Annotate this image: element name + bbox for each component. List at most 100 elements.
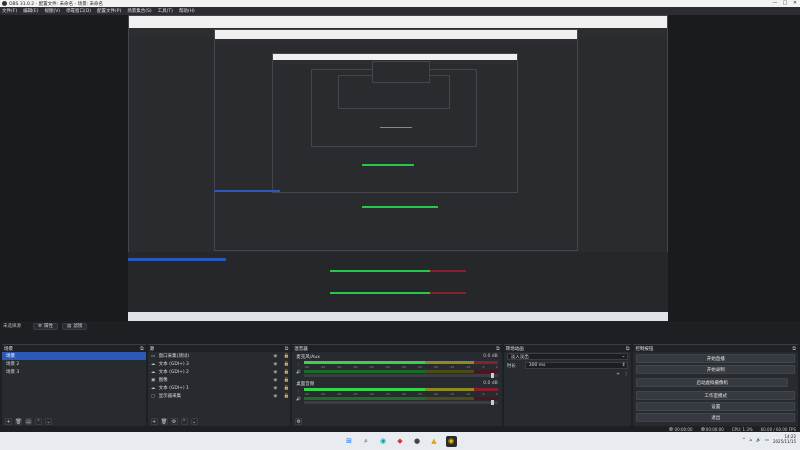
close-button[interactable]: ✕ bbox=[790, 0, 800, 7]
transition-actions-row: + ⋮ bbox=[504, 370, 632, 379]
maximize-button[interactable]: □ bbox=[780, 0, 790, 7]
move-up-button[interactable]: ⌃ bbox=[35, 418, 42, 425]
stream-status: 00:00:00 bbox=[669, 426, 693, 432]
preview-canvas[interactable] bbox=[0, 15, 800, 321]
scene-item[interactable]: 场景 3 bbox=[2, 368, 146, 376]
source-properties-button[interactable]: ⚙ bbox=[170, 418, 178, 425]
source-item[interactable]: ☁ 文本 (GDI+) 2 ◉ 🔒 bbox=[148, 368, 291, 376]
visibility-eye-icon[interactable]: ◉ bbox=[271, 362, 279, 367]
battery-icon[interactable]: ▭ bbox=[765, 437, 769, 442]
source-item[interactable]: ☁ 文本 (GDI+) 1 ◉ 🔒 bbox=[148, 384, 291, 392]
add-scene-button[interactable]: + bbox=[5, 418, 12, 425]
scene-filters-button[interactable]: ▤ bbox=[25, 418, 32, 425]
transition-type-select[interactable]: 淡入淡出 ⌄ bbox=[506, 353, 629, 360]
dock-area: 场景 ⧉ 场景 场景 2 场景 3 + 🗑 ▤ ⌃ ⌄ 源 ⧉ ▭ 窗口采集(测… bbox=[0, 344, 800, 426]
mixer-channel-desktop: 桌面音频 0.0 dB ⋮ 🔊 -60 -55 -50 -45 -40 -35 -30 -25… bbox=[292, 379, 501, 406]
volume-slider[interactable] bbox=[304, 400, 498, 405]
more-options-icon[interactable]: ⋮ bbox=[624, 372, 629, 377]
lock-icon[interactable]: 🔒 bbox=[282, 370, 290, 375]
speaker-icon[interactable]: 🔊 bbox=[296, 396, 301, 401]
source-item[interactable]: ▢ 显示器采集 ◉ 🔒 bbox=[148, 392, 291, 400]
visibility-eye-icon[interactable]: ◉ bbox=[271, 378, 279, 383]
meter-ticks: -60 -55 -50 -45 -40 -35 -30 -25 -20 -15 -10 -5 0 bbox=[304, 365, 498, 369]
properties-button[interactable]: ⚙ 属性 bbox=[33, 322, 59, 330]
app-icon[interactable]: ◆ bbox=[395, 436, 406, 447]
scene-item[interactable]: 场景 bbox=[2, 352, 146, 360]
lock-icon[interactable]: 🔒 bbox=[282, 386, 290, 391]
source-item[interactable]: ▣ 图像 ◉ 🔒 bbox=[148, 376, 291, 384]
volume-icon[interactable]: 🔊 bbox=[756, 437, 761, 442]
lock-icon[interactable]: 🔒 bbox=[282, 362, 290, 367]
lock-icon[interactable]: 🔒 bbox=[282, 378, 290, 383]
minimize-button[interactable]: — bbox=[770, 0, 780, 7]
slider-handle[interactable] bbox=[490, 373, 494, 378]
menu-docks[interactable]: 停靠窗口(D) bbox=[66, 8, 91, 14]
search-icon[interactable]: ⌕ bbox=[361, 436, 372, 447]
browser-icon[interactable]: ◉ bbox=[378, 436, 389, 447]
slider-handle[interactable] bbox=[490, 400, 494, 405]
start-streaming-button[interactable]: 开始直播 bbox=[636, 354, 795, 363]
dock-undock-icon[interactable]: ⧉ bbox=[285, 346, 289, 352]
dock-undock-icon[interactable]: ⧉ bbox=[792, 346, 796, 352]
app-icon[interactable]: ▲ bbox=[429, 436, 440, 447]
network-icon[interactable]: ⌂ bbox=[750, 437, 753, 442]
move-down-button[interactable]: ⌄ bbox=[190, 418, 198, 425]
add-transition-button[interactable]: + bbox=[616, 372, 620, 377]
visibility-eye-icon[interactable]: ◉ bbox=[271, 394, 279, 399]
remove-scene-button[interactable]: 🗑 bbox=[15, 418, 22, 425]
dock-undock-icon[interactable]: ⧉ bbox=[626, 346, 630, 352]
sources-title: 源 bbox=[149, 346, 155, 352]
menu-file[interactable]: 文件(F) bbox=[2, 8, 17, 14]
lock-icon[interactable]: 🔒 bbox=[282, 394, 290, 399]
start-virtual-camera-button[interactable]: 启动虚拟摄像机 bbox=[636, 378, 788, 387]
clock[interactable]: 14:22 2025/11/15 bbox=[773, 434, 796, 444]
stepper-icon: ⇕ bbox=[621, 363, 626, 368]
start-recording-button[interactable]: 开始录制 bbox=[636, 365, 795, 374]
dock-undock-icon[interactable]: ⧉ bbox=[140, 346, 144, 352]
remove-source-button[interactable]: 🗑 bbox=[160, 418, 168, 425]
chevron-up-icon[interactable]: ^ bbox=[742, 437, 745, 442]
obs-taskbar-icon[interactable]: ◉ bbox=[445, 435, 457, 447]
source-toolbar: 未选择源 ⚙ 属性 ▤ 滤镜 bbox=[0, 321, 800, 331]
filters-button[interactable]: ▤ 滤镜 bbox=[62, 322, 88, 330]
menu-help[interactable]: 帮助(H) bbox=[179, 8, 195, 14]
source-item[interactable]: ▭ 窗口采集(测试) ◉ 🔒 bbox=[148, 352, 291, 360]
visibility-eye-icon[interactable]: ◉ bbox=[271, 386, 279, 391]
dock-undock-icon[interactable]: ⧉ bbox=[496, 346, 500, 352]
windows-start-icon[interactable]: ⊞ bbox=[344, 436, 355, 447]
source-item[interactable]: ☁ 文本 (GDI+) 3 ◉ 🔒 bbox=[148, 360, 291, 368]
visibility-eye-icon[interactable]: ◉ bbox=[271, 354, 279, 359]
move-up-button[interactable]: ⌃ bbox=[180, 418, 188, 425]
controls-title: 控制按钮 bbox=[635, 346, 654, 352]
menu-edit[interactable]: 编辑(E) bbox=[23, 8, 38, 14]
add-source-button[interactable]: + bbox=[150, 418, 158, 425]
stream-indicator-icon bbox=[669, 426, 674, 431]
taskbar: ⊞ ⌕ ◉ ◆ ● ▲ ◉ ^ ⌂ 🔊 ▭ 14:22 2025/11/15 bbox=[0, 432, 800, 450]
scenes-title: 场景 bbox=[4, 346, 13, 352]
studio-mode-button[interactable]: 工作室模式 bbox=[636, 391, 795, 400]
scene-item[interactable]: 场景 2 bbox=[2, 360, 146, 368]
filter-icon: ▤ bbox=[67, 323, 72, 329]
settings-button[interactable]: 设置 bbox=[636, 402, 795, 411]
system-tray: ^ ⌂ 🔊 ▭ 14:22 2025/11/15 bbox=[742, 434, 796, 444]
visibility-eye-icon[interactable]: ◉ bbox=[271, 370, 279, 375]
speaker-icon[interactable]: 🔊 bbox=[296, 369, 301, 374]
app-icon[interactable]: ● bbox=[412, 436, 423, 447]
menu-tools[interactable]: 工具(T) bbox=[158, 8, 173, 14]
more-options-icon[interactable]: ⋮ bbox=[296, 362, 301, 367]
transitions-title: 转场动画 bbox=[505, 346, 524, 352]
more-options-icon[interactable]: ⋮ bbox=[296, 389, 301, 394]
volume-slider[interactable] bbox=[304, 373, 498, 378]
exit-button[interactable]: 退出 bbox=[636, 413, 795, 422]
source-name: 文本 (GDI+) 3 bbox=[158, 362, 189, 367]
scenes-dock: 场景 ⧉ 场景 场景 2 场景 3 + 🗑 ▤ ⌃ ⌄ bbox=[2, 344, 146, 426]
move-down-button[interactable]: ⌄ bbox=[45, 418, 52, 425]
menu-profile[interactable]: 配置文件(P) bbox=[97, 8, 121, 14]
advanced-audio-button[interactable]: ⚙ bbox=[295, 418, 303, 425]
menu-view[interactable]: 视图(V) bbox=[44, 8, 60, 14]
lock-icon[interactable]: 🔒 bbox=[282, 354, 290, 359]
duration-input[interactable]: 300 ms ⇕ bbox=[524, 362, 629, 369]
volume-meter bbox=[304, 397, 498, 400]
menu-scene-collection[interactable]: 场景集合(S) bbox=[127, 8, 151, 14]
record-indicator-icon bbox=[700, 426, 705, 431]
